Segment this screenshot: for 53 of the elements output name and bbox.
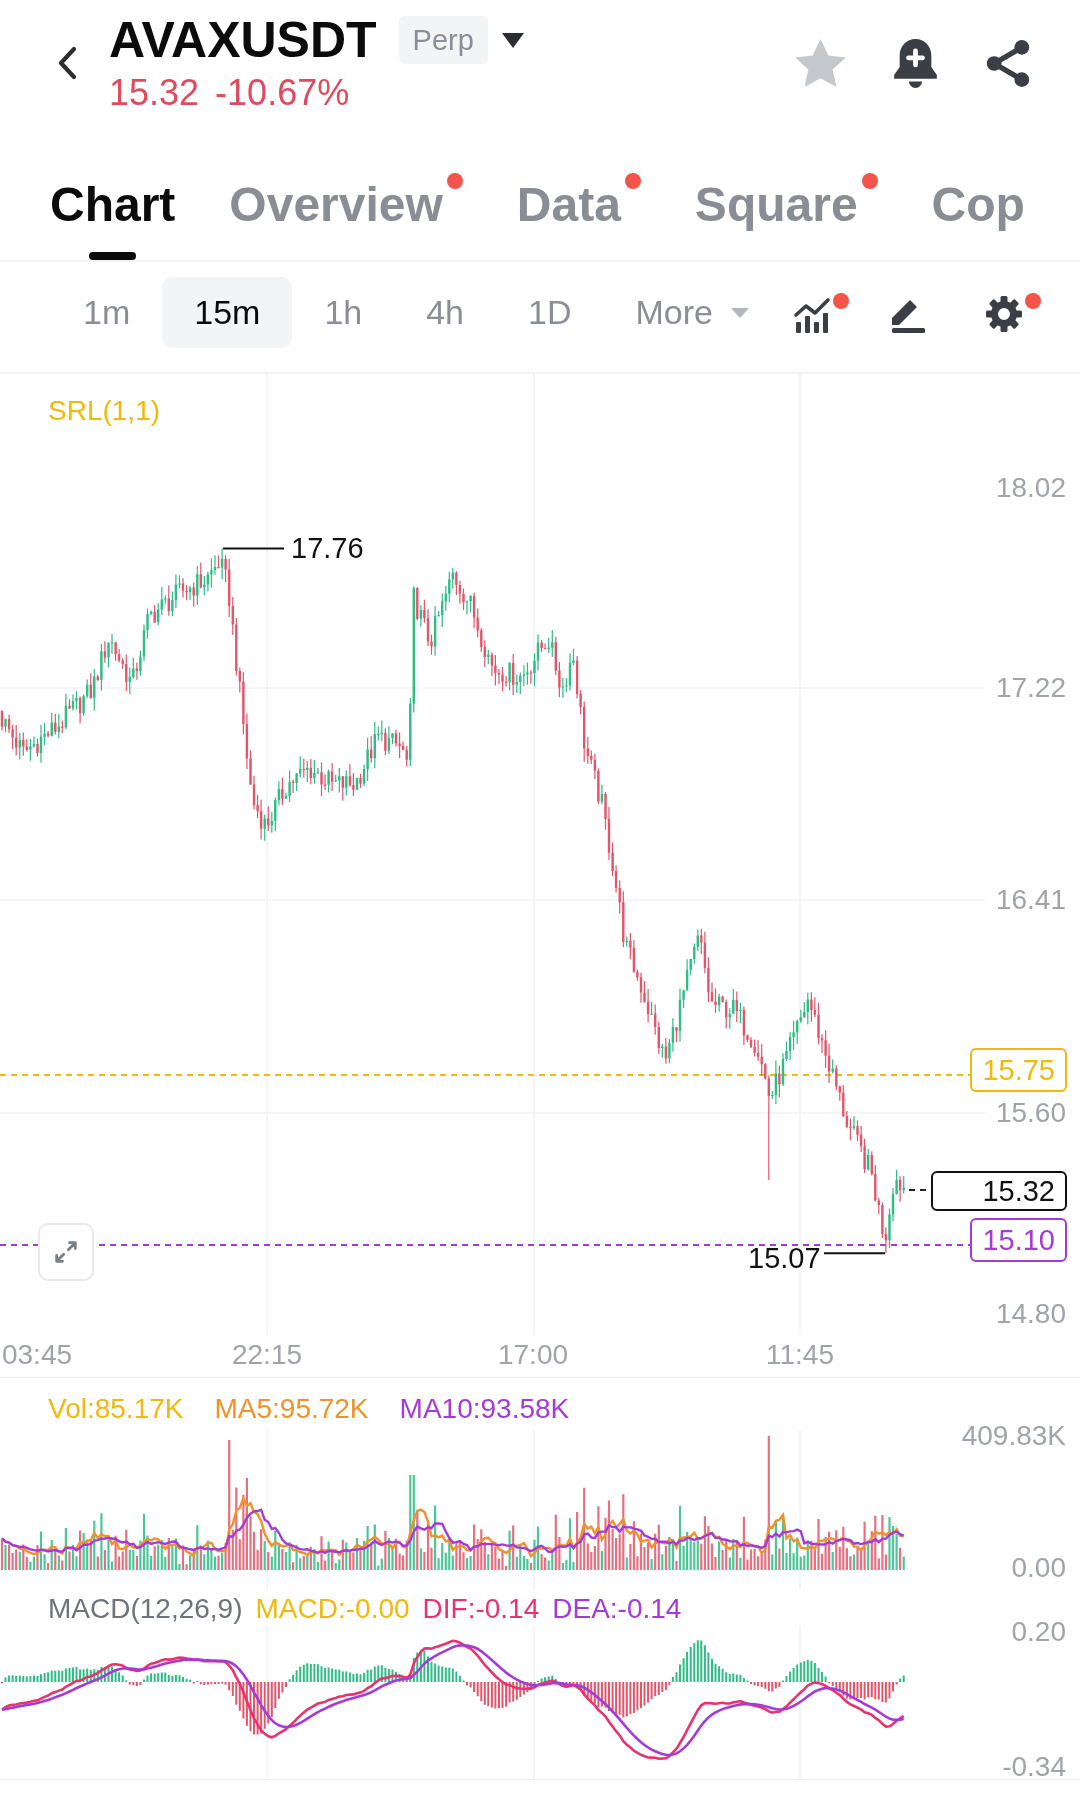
time-axis-label: 03:45 — [1, 1341, 73, 1369]
interval-tab[interactable]: 1h — [292, 277, 395, 348]
active-tab-underline — [89, 252, 137, 260]
expand-button[interactable] — [38, 1223, 94, 1281]
tab[interactable]: Cop — [931, 173, 1025, 260]
macd-legend-item: DIF:-0.14 — [422, 1595, 540, 1623]
price-axis-label: 16.41 — [995, 886, 1066, 914]
last-price-tag: 15.32 — [931, 1171, 1067, 1211]
bell-plus-icon[interactable] — [893, 38, 938, 88]
interval-tab[interactable]: 1D — [496, 277, 604, 348]
price-level-tag: 15.75 — [970, 1048, 1067, 1092]
star-icon[interactable] — [795, 39, 846, 87]
tab[interactable]: Overview — [229, 173, 463, 260]
tab[interactable]: Data — [516, 173, 641, 260]
macd-legend-item: MACD(12,26,9) — [48, 1595, 243, 1623]
price-change: -10.67% — [215, 75, 350, 111]
price-axis-label: 15.60 — [995, 1099, 1066, 1127]
macd-legend-item: MACD:-0.00 — [255, 1595, 410, 1623]
price-axis-label: 14.80 — [995, 1300, 1066, 1328]
time-axis-label: 11:45 — [766, 1341, 834, 1369]
volume-axis-label: 0.00 — [1011, 1554, 1066, 1582]
low-leader-line — [823, 1252, 886, 1255]
diagonal-arrows-icon — [52, 1238, 80, 1266]
low-price-label: 15.07 — [748, 1246, 821, 1270]
symbol-title: AVAXUSDT — [109, 15, 377, 65]
high-leader-line — [222, 547, 285, 550]
price-level-tag: 15.10 — [970, 1218, 1067, 1262]
contract-type-label: Perp — [398, 16, 488, 64]
share-icon[interactable] — [985, 39, 1031, 87]
interval-tab[interactable]: 1m — [51, 277, 163, 348]
time-axis-label: 17:00 — [497, 1341, 569, 1369]
volume-legend-item: MA5:95.72K — [214, 1395, 369, 1423]
last-price: 15.32 — [109, 75, 200, 111]
volume-axis-label: 409.83K — [961, 1422, 1066, 1450]
last-price-dash — [908, 1189, 927, 1191]
price-axis-label: 17.22 — [995, 674, 1066, 702]
volume-legend-item: Vol:85.17K — [48, 1395, 184, 1423]
more-dropdown[interactable]: More — [603, 277, 749, 348]
settings-icon[interactable] — [984, 294, 1023, 333]
caret-down-icon — [730, 307, 749, 318]
macd-axis-label: -0.34 — [1002, 1753, 1066, 1781]
volume-legend-item: MA10:93.58K — [399, 1395, 570, 1423]
interval-tab[interactable]: 15m — [162, 277, 293, 348]
macd-axis-label: 0.20 — [1011, 1618, 1066, 1646]
high-price-label: 17.76 — [291, 536, 364, 560]
caret-down-icon[interactable] — [501, 32, 524, 48]
time-axis-label: 22:15 — [231, 1341, 303, 1369]
tab[interactable]: Square — [694, 173, 878, 260]
price-axis-label: 18.02 — [995, 474, 1066, 502]
macd-legend-item: DEA:-0.14 — [552, 1595, 682, 1623]
indicator-label: SRL(1,1) — [48, 397, 161, 425]
interval-tab[interactable]: 4h — [394, 277, 497, 348]
tab[interactable]: Chart — [50, 173, 176, 260]
